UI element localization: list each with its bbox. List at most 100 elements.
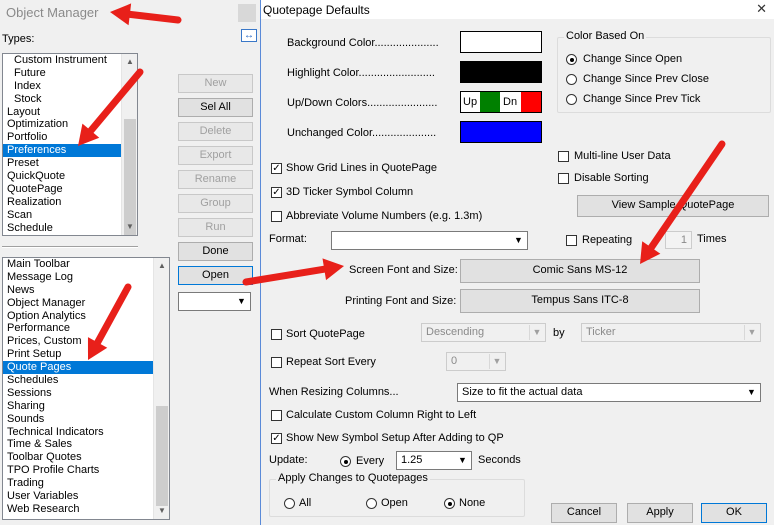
dialog-titlebar[interactable]: Quotepage Defaults ✕: [261, 0, 774, 19]
3d-ticker-checkbox[interactable]: ✓: [271, 187, 282, 198]
new-symbol-setup-checkbox[interactable]: ✓: [271, 433, 282, 444]
repeat-sort-checkbox[interactable]: [271, 357, 282, 368]
chevron-down-icon[interactable]: ▼: [455, 453, 470, 468]
format-combo[interactable]: ▼: [331, 231, 528, 250]
objects-list-item[interactable]: Prices, Custom: [3, 335, 169, 348]
update-interval-combo[interactable]: 1.25 ▼: [396, 451, 472, 470]
types-list-item[interactable]: Stock: [3, 93, 137, 106]
objects-list-item[interactable]: Quote Pages: [3, 361, 169, 375]
object-manager-combo[interactable]: ▼: [178, 292, 251, 311]
repeat-sort-combo[interactable]: 0 ▼: [446, 352, 506, 371]
rename-button[interactable]: Rename: [178, 170, 253, 189]
cancel-button[interactable]: Cancel: [551, 503, 617, 523]
change-since-prev-close-radio[interactable]: [566, 74, 577, 85]
sort-quotepage-checkbox[interactable]: [271, 329, 282, 340]
abbreviate-volume-checkbox[interactable]: [271, 211, 282, 222]
up-color-swatch[interactable]: [480, 92, 500, 112]
objects-list-item[interactable]: Sounds: [3, 413, 169, 426]
types-list-item[interactable]: Preset: [3, 157, 137, 170]
types-list-item[interactable]: QuotePage: [3, 183, 137, 196]
types-list-item[interactable]: Optimization: [3, 118, 137, 131]
scroll-thumb[interactable]: [156, 406, 168, 506]
multiline-user-data-checkbox[interactable]: [558, 151, 569, 162]
objects-listbox[interactable]: Main Toolbar Message Log News Object Manage…: [2, 257, 170, 520]
sort-by-combo[interactable]: Ticker ▼: [581, 323, 761, 342]
repeating-checkbox[interactable]: [566, 235, 577, 246]
objects-list-item[interactable]: Technical Indicators: [3, 426, 169, 439]
object-manager-titlebar[interactable]: Object Manager: [0, 0, 262, 28]
down-color-swatch[interactable]: [521, 92, 541, 112]
background-color-swatch[interactable]: [460, 31, 542, 53]
ok-button[interactable]: OK: [701, 503, 767, 523]
objects-scrollbar[interactable]: ▲ ▼: [153, 258, 169, 519]
types-list-item[interactable]: Schedule: [3, 222, 137, 235]
scroll-up-icon[interactable]: ▲: [122, 54, 137, 70]
open-button[interactable]: Open: [178, 266, 253, 285]
printing-font-button[interactable]: Tempus Sans ITC-8: [460, 289, 700, 313]
objects-list-item[interactable]: Trading: [3, 477, 169, 490]
resizing-columns-combo[interactable]: Size to fit the actual data ▼: [457, 383, 761, 402]
objects-list-item[interactable]: Print Setup: [3, 348, 169, 361]
objects-list-item[interactable]: Sessions: [3, 387, 169, 400]
updown-colors-swatch[interactable]: Up Dn: [460, 91, 542, 113]
close-icon[interactable]: ✕: [756, 1, 767, 17]
view-sample-quotepage-button[interactable]: View Sample QuotePage: [577, 195, 769, 217]
change-since-open-radio[interactable]: [566, 54, 577, 65]
chevron-down-icon[interactable]: ▼: [529, 325, 544, 340]
types-list-item[interactable]: Index: [3, 80, 137, 93]
screen-font-button[interactable]: Comic Sans MS-12: [460, 259, 700, 283]
done-button[interactable]: Done: [178, 242, 253, 261]
delete-button[interactable]: Delete: [178, 122, 253, 141]
chevron-down-icon[interactable]: ▼: [511, 233, 526, 248]
scroll-up-icon[interactable]: ▲: [154, 258, 169, 274]
unchanged-color-swatch[interactable]: [460, 121, 542, 143]
types-list-item[interactable]: Future: [3, 67, 137, 80]
apply-all-radio[interactable]: [284, 498, 295, 509]
types-listbox[interactable]: Custom Instrument Future Index Stock Layout O…: [2, 53, 138, 236]
types-list-item[interactable]: Preferences: [3, 144, 137, 158]
objects-list-item[interactable]: Schedules: [3, 374, 169, 387]
types-list-item[interactable]: Portfolio: [3, 131, 137, 144]
highlight-color-swatch[interactable]: [460, 61, 542, 83]
chevron-down-icon[interactable]: ▼: [744, 325, 759, 340]
new-button[interactable]: New: [178, 74, 253, 93]
chevron-down-icon[interactable]: ▼: [234, 294, 249, 309]
objects-list-item[interactable]: TPO Profile Charts: [3, 464, 169, 477]
objects-list-item[interactable]: Toolbar Quotes: [3, 451, 169, 464]
objects-list-item[interactable]: Object Manager: [3, 297, 169, 310]
types-scrollbar[interactable]: ▲ ▼: [121, 54, 137, 235]
scroll-down-icon[interactable]: ▼: [154, 503, 169, 519]
types-list-item[interactable]: Custom Instrument: [3, 54, 137, 67]
sort-order-combo[interactable]: Descending ▼: [421, 323, 546, 342]
objects-list-item[interactable]: Message Log: [3, 271, 169, 284]
types-list-item[interactable]: Realization: [3, 196, 137, 209]
objects-list-item[interactable]: News: [3, 284, 169, 297]
export-button[interactable]: Export: [178, 146, 253, 165]
disable-sorting-checkbox[interactable]: [558, 173, 569, 184]
show-grid-lines-checkbox[interactable]: ✓: [271, 163, 282, 174]
change-since-prev-tick-radio[interactable]: [566, 94, 577, 105]
objects-list-item[interactable]: Time & Sales: [3, 438, 169, 451]
apply-open-radio[interactable]: [366, 498, 377, 509]
objects-list-item[interactable]: Sharing: [3, 400, 169, 413]
objects-list-item[interactable]: Performance: [3, 322, 169, 335]
apply-button[interactable]: Apply: [627, 503, 693, 523]
repeating-count-field[interactable]: 1: [665, 231, 692, 249]
scroll-down-icon[interactable]: ▼: [122, 219, 137, 235]
objects-list-item[interactable]: Main Toolbar: [3, 258, 169, 271]
group-button[interactable]: Group: [178, 194, 253, 213]
objects-list-item[interactable]: Option Analytics: [3, 310, 169, 323]
objects-list-item[interactable]: User Variables: [3, 490, 169, 503]
apply-none-radio[interactable]: [444, 498, 455, 509]
objects-list-item[interactable]: Web Research: [3, 503, 169, 516]
types-list-item[interactable]: QuickQuote: [3, 170, 137, 183]
titlebar-button[interactable]: [238, 4, 256, 22]
types-list-item[interactable]: Scan: [3, 209, 137, 222]
types-list-item[interactable]: Layout: [3, 106, 137, 119]
run-button[interactable]: Run: [178, 218, 253, 237]
chevron-down-icon[interactable]: ▼: [489, 354, 504, 369]
chevron-down-icon[interactable]: ▼: [744, 385, 759, 400]
expand-icon[interactable]: ↔: [241, 29, 257, 42]
select-all-button[interactable]: Sel All: [178, 98, 253, 117]
custom-right-to-left-checkbox[interactable]: [271, 410, 282, 421]
